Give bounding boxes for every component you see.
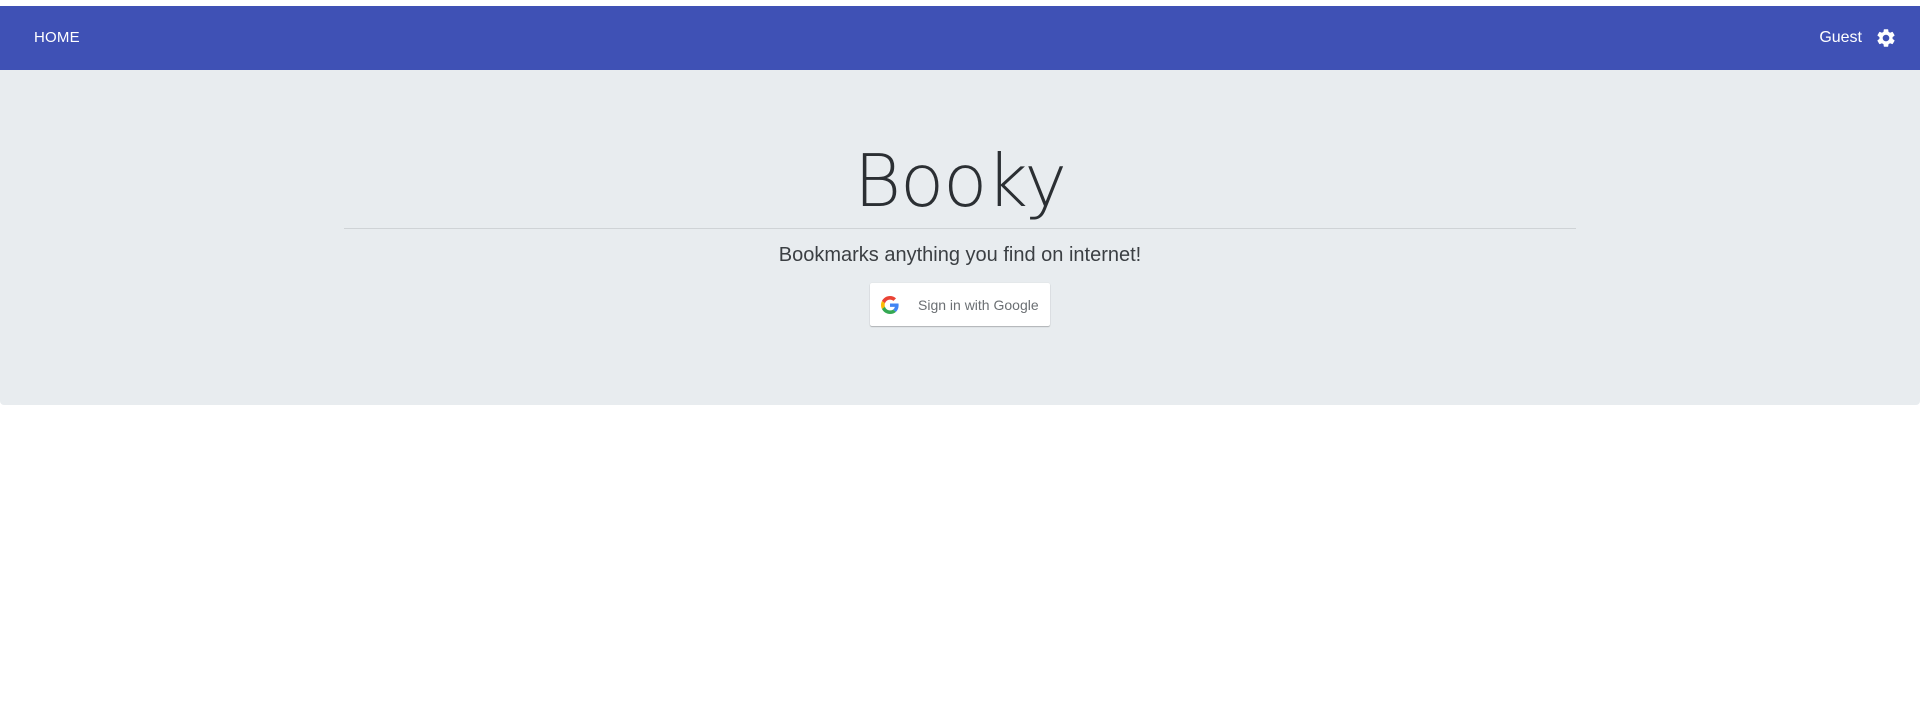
settings-button[interactable] <box>1874 26 1898 50</box>
page-subtitle: Bookmarks anything you find on internet! <box>778 244 1142 266</box>
google-logo-icon <box>880 295 900 315</box>
home-nav-link[interactable]: HOME <box>22 22 92 54</box>
page-title: Booky <box>854 139 1067 223</box>
hero-jumbotron: Booky Bookmarks anything you find on int… <box>0 70 1920 405</box>
google-signin-label: Sign in with Google <box>918 296 1039 313</box>
user-area: Guest <box>1819 22 1898 54</box>
app-page: HOME Guest Booky Bookmarks anything you … <box>0 0 1920 718</box>
google-signin-button[interactable]: Sign in with Google <box>870 283 1050 326</box>
gear-icon <box>1877 29 1895 47</box>
top-navbar: HOME Guest <box>0 6 1920 70</box>
title-divider <box>344 228 1576 229</box>
user-name-label: Guest <box>1819 29 1862 46</box>
